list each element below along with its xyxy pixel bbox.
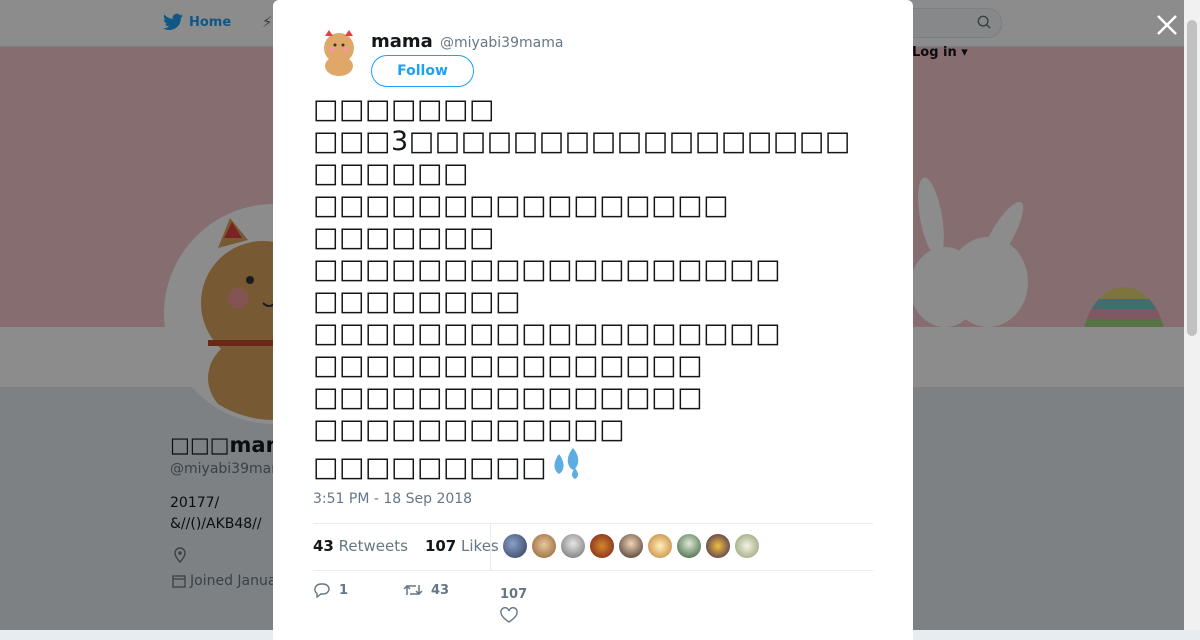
liker-avatar[interactable] xyxy=(590,534,614,558)
heart-icon[interactable] xyxy=(500,607,518,625)
scrollbar-thumb[interactable] xyxy=(1187,20,1197,336)
retweets-stat[interactable]: 43 Retweets xyxy=(313,537,408,555)
divider xyxy=(313,570,873,571)
liker-avatar[interactable] xyxy=(648,534,672,558)
reply-button[interactable]: 1 xyxy=(313,582,403,598)
tweet-modal: mama @miyabi39mama Follow □□□□□□□ □□□3□□… xyxy=(273,0,913,640)
sweat-droplets-icon xyxy=(554,448,579,479)
divider xyxy=(490,524,491,570)
reply-count: 1 xyxy=(339,582,349,598)
liker-avatar[interactable] xyxy=(561,534,585,558)
divider xyxy=(313,523,873,524)
page-scrollbar[interactable] xyxy=(1184,0,1200,630)
tweet-timestamp[interactable]: 3:51 PM - 18 Sep 2018 xyxy=(313,491,472,507)
liker-avatar[interactable] xyxy=(619,534,643,558)
liker-avatar[interactable] xyxy=(677,534,701,558)
liker-avatar[interactable] xyxy=(706,534,730,558)
close-icon[interactable] xyxy=(1154,12,1180,38)
retweet-button[interactable]: 43 xyxy=(403,582,493,598)
tweet-stats: 43 Retweets 107 Likes xyxy=(313,537,499,555)
liker-avatar[interactable] xyxy=(503,534,527,558)
likers-avatars xyxy=(503,534,759,558)
tweet-author-avatar[interactable] xyxy=(315,28,363,76)
liker-avatar[interactable] xyxy=(735,534,759,558)
like-button[interactable]: 107 xyxy=(500,583,528,623)
tweet-text: □□□□□□□ □□□3□□□□□□□□□□□□□□□□□ □□□□□□ □□□… xyxy=(313,94,851,484)
follow-button[interactable]: Follow xyxy=(371,55,474,87)
liker-avatar[interactable] xyxy=(532,534,556,558)
tweet-actions: 1 43 xyxy=(313,582,493,598)
tweet-author-name[interactable]: mama xyxy=(371,31,433,52)
likes-stat[interactable]: 107 Likes xyxy=(425,537,499,555)
like-count: 107 xyxy=(500,587,528,602)
tweet-author-handle[interactable]: @miyabi39mama xyxy=(440,35,563,51)
reply-icon xyxy=(314,583,330,598)
retweet-icon xyxy=(403,584,423,596)
retweet-count: 43 xyxy=(431,582,450,598)
tweet-text-body: □□□□□□□ □□□3□□□□□□□□□□□□□□□□□ □□□□□□ □□□… xyxy=(313,94,851,483)
